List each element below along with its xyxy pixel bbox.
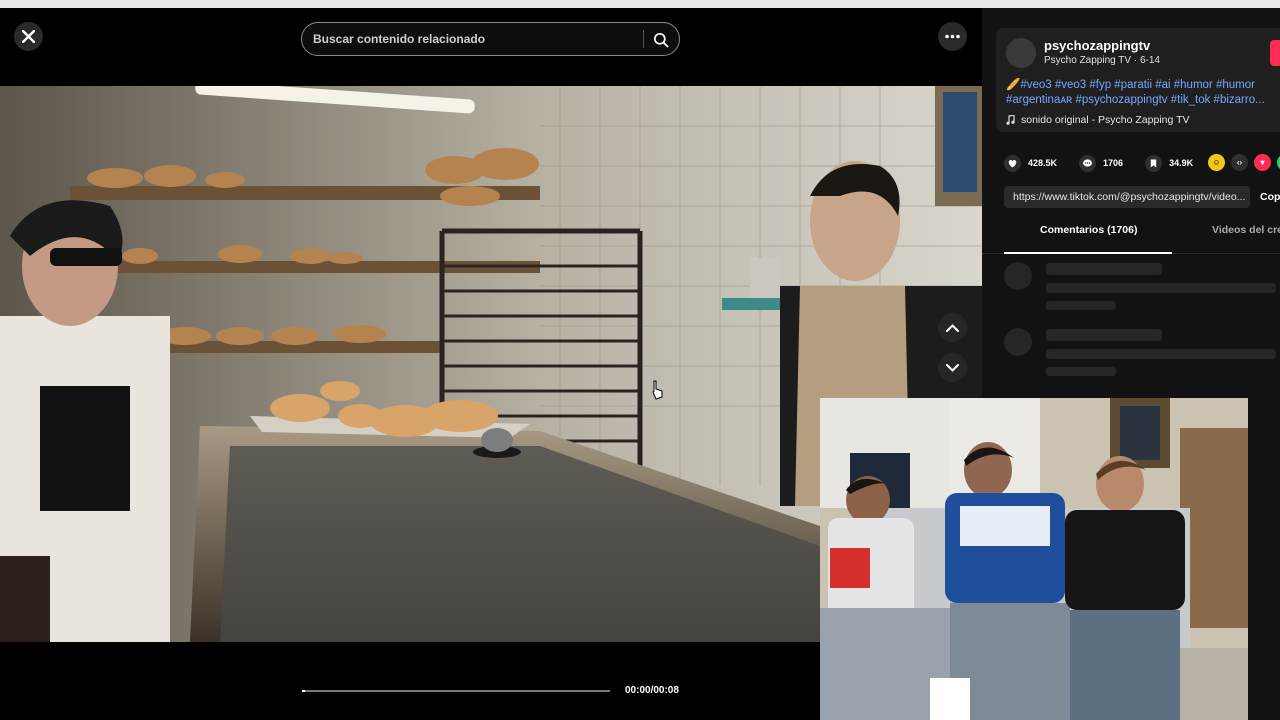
save-count: 34.9K: [1169, 158, 1194, 168]
engagement-stats: 428.5K 1706 34.9K: [1004, 153, 1215, 173]
sound-label: sonido original - Psycho Zapping TV: [1021, 114, 1190, 126]
search-divider: [643, 30, 644, 48]
copy-link-button[interactable]: Cop: [1260, 186, 1280, 208]
skeleton-line: [1046, 367, 1116, 376]
like-count: 428.5K: [1028, 158, 1058, 168]
skeleton-avatar: [1004, 262, 1032, 290]
description-line-1[interactable]: 🥖#veo3 #veo3 #fyp #paratii #ai #humor #h…: [1006, 78, 1280, 93]
embed-code-icon[interactable]: ‹›: [1231, 154, 1248, 171]
close-button[interactable]: [14, 22, 43, 51]
sound-link[interactable]: sonido original - Psycho Zapping TV: [1006, 114, 1189, 126]
chevron-down-icon: [946, 363, 959, 372]
chevron-up-icon: [946, 323, 959, 332]
previous-video-button[interactable]: [938, 313, 967, 342]
heart-icon: [1004, 154, 1021, 172]
close-icon: [22, 30, 35, 43]
skeleton-line: [1046, 349, 1276, 359]
skeleton-line: [1046, 329, 1162, 341]
progress-bar[interactable]: [302, 690, 610, 692]
skeleton-line: [1046, 283, 1276, 293]
search-input[interactable]: [313, 23, 638, 55]
browser-top-strip: [0, 0, 1280, 8]
search-icon: [653, 32, 669, 48]
comment-button[interactable]: 1706: [1079, 154, 1124, 172]
skeleton-avatar: [1004, 328, 1032, 356]
save-button[interactable]: 34.9K: [1145, 154, 1194, 172]
music-note-icon: [1006, 115, 1015, 125]
follow-button[interactable]: [1270, 40, 1280, 66]
panel-tabs: Comentarios (1706) Videos del cre: [982, 218, 1280, 254]
like-button[interactable]: 428.5K: [1004, 154, 1058, 172]
more-options-button[interactable]: [938, 22, 967, 51]
related-search-bar: [301, 22, 680, 56]
share-friends-icon[interactable]: ☺: [1208, 154, 1225, 171]
video-info-card: psychozappingtv Psycho Zapping TV · 6-14…: [996, 28, 1280, 132]
skeleton-line: [1046, 301, 1116, 310]
user-subtitle: Psycho Zapping TV · 6-14: [1044, 55, 1160, 66]
comment-count: 1706: [1103, 158, 1124, 168]
comment-icon: [1079, 154, 1097, 172]
bookmark-icon: [1145, 154, 1163, 172]
share-icons: ☺ ‹› ▾: [1208, 154, 1280, 171]
webcam-overlay: [820, 398, 1248, 720]
description-line-2[interactable]: #argentinaᴀʀ #psychozappingtv #tik_tok #…: [1006, 93, 1280, 108]
active-tab-indicator: [1004, 252, 1172, 254]
next-video-button[interactable]: [938, 353, 967, 382]
send-icon[interactable]: ▾: [1254, 154, 1271, 171]
progress-fill: [302, 690, 306, 692]
video-description: 🥖#veo3 #veo3 #fyp #paratii #ai #humor #h…: [1006, 78, 1280, 108]
search-button[interactable]: [650, 29, 672, 51]
tab-creator-videos[interactable]: Videos del cre: [1212, 224, 1280, 236]
avatar[interactable]: [1006, 38, 1036, 68]
more-dots-icon: [945, 34, 960, 39]
hand-cursor-icon: [652, 380, 663, 400]
username[interactable]: psychozappingtv: [1044, 38, 1150, 53]
time-readout: 00:00/00:08: [625, 685, 679, 696]
webcam-scene-illustration: [820, 398, 1248, 720]
tab-comments[interactable]: Comentarios (1706): [1040, 224, 1137, 236]
video-link-field[interactable]: https://www.tiktok.com/@psychozappingtv/…: [1004, 186, 1250, 208]
skeleton-line: [1046, 263, 1162, 275]
